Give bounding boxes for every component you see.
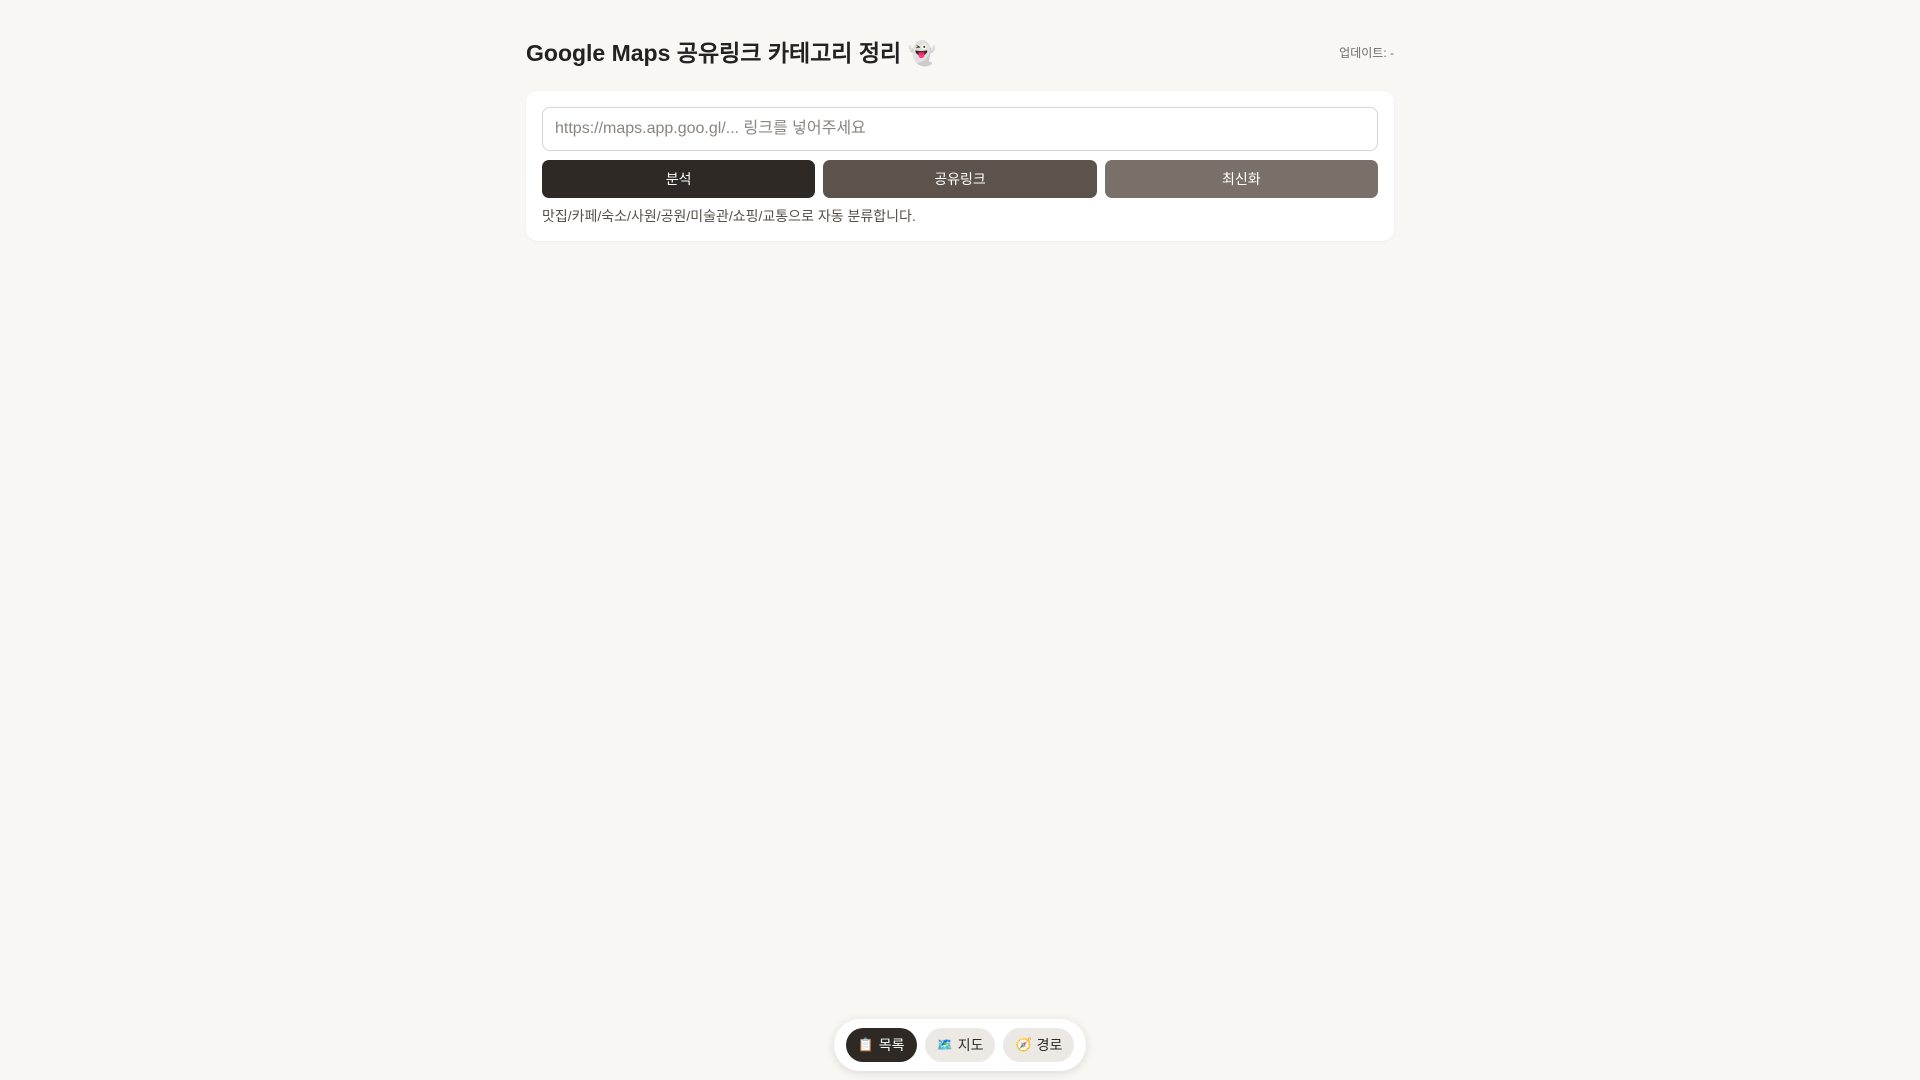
- nav-list-label: 목록: [878, 1037, 905, 1053]
- bottom-nav: 📋 목록 🗺️ 지도 🧭 경로: [834, 1019, 1086, 1071]
- clipboard-icon: 📋: [857, 1037, 874, 1052]
- nav-map-tab[interactable]: 🗺️ 지도: [924, 1028, 996, 1062]
- nav-list-tab[interactable]: 📋 목록: [845, 1028, 917, 1062]
- link-input-card: 분석 공유링크 최신화 맛집/카페/숙소/사원/공원/미술관/쇼핑/교통으로 자…: [526, 91, 1394, 241]
- page-header: Google Maps 공유링크 카테고리 정리 👻 업데이트: -: [526, 36, 1394, 70]
- action-buttons: 분석 공유링크 최신화: [542, 160, 1378, 198]
- page-title: Google Maps 공유링크 카테고리 정리 👻: [526, 40, 937, 66]
- nav-map-label: 지도: [957, 1037, 984, 1053]
- refresh-button[interactable]: 최신화: [1104, 160, 1378, 198]
- analyze-button[interactable]: 분석: [542, 160, 816, 198]
- nav-route-label: 경로: [1036, 1037, 1063, 1053]
- help-text: 맛집/카페/숙소/사원/공원/미술관/쇼핑/교통으로 자동 분류합니다.: [542, 208, 916, 224]
- updated-status: 업데이트: -: [1339, 46, 1394, 60]
- compass-icon: 🧭: [1015, 1037, 1032, 1052]
- share-link-button[interactable]: 공유링크: [823, 160, 1097, 198]
- nav-route-tab[interactable]: 🧭 경로: [1003, 1028, 1075, 1062]
- map-icon: 🗺️: [936, 1037, 953, 1052]
- share-link-input[interactable]: [542, 107, 1378, 151]
